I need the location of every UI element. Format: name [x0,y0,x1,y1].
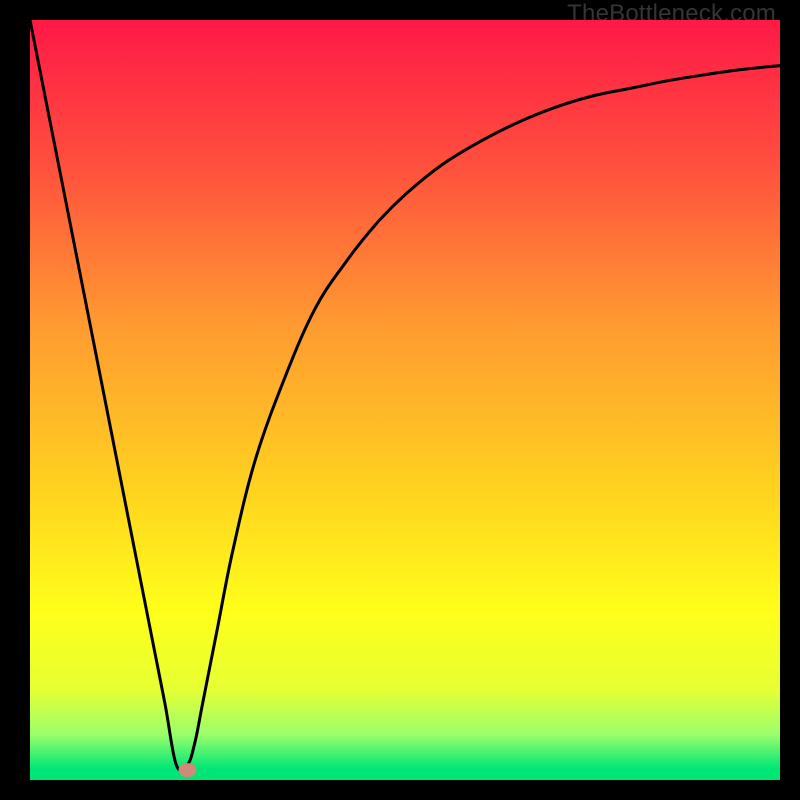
chart-frame: TheBottleneck.com [0,0,800,800]
chart-background [30,20,780,780]
marker-dot [179,763,197,777]
bottleneck-chart [30,20,780,780]
